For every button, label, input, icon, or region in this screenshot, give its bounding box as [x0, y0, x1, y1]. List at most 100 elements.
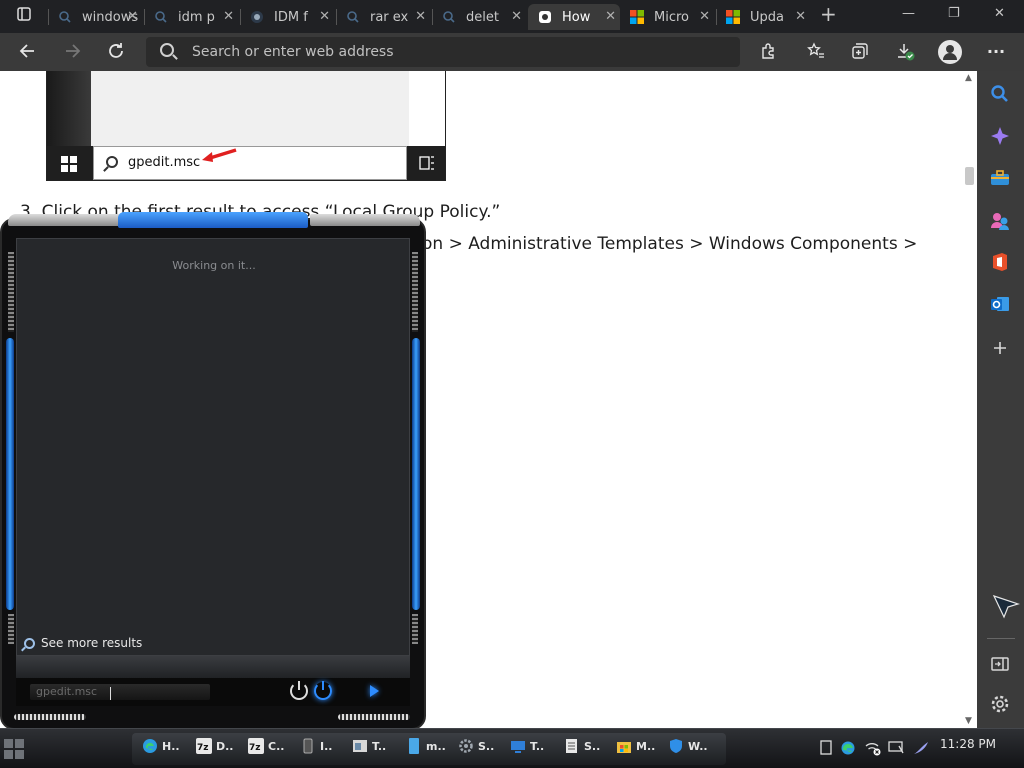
display-tray-icon[interactable] — [888, 740, 904, 756]
taskbar-item-m[interactable]: m.. — [406, 737, 446, 755]
settings-icon[interactable] — [989, 693, 1011, 715]
close-icon[interactable]: ✕ — [795, 9, 806, 24]
new-tab-button[interactable]: + — [820, 2, 837, 26]
close-window-button[interactable]: ✕ — [994, 6, 1005, 21]
svg-text:7z: 7z — [197, 743, 209, 753]
search-icon — [154, 10, 168, 24]
forward-button[interactable] — [62, 41, 82, 66]
tools-icon[interactable] — [989, 167, 1011, 189]
tab-label: Micro — [654, 9, 689, 25]
add-icon[interactable] — [989, 337, 1011, 359]
office-icon[interactable] — [989, 251, 1011, 273]
tab-actions-icon[interactable] — [14, 6, 34, 26]
page-scrollbar[interactable]: ▲ ▼ — [962, 71, 977, 728]
people-icon[interactable] — [989, 209, 1011, 231]
top-glow-bar — [118, 212, 308, 228]
taskbar-item-7zip-c[interactable]: 7z C.. — [248, 737, 284, 755]
back-arrow-icon — [19, 44, 34, 58]
status-text: Working on it... — [172, 259, 256, 272]
tab-windows[interactable]: windows ✕ — [58, 4, 142, 30]
left-glow-bar — [6, 338, 14, 610]
start-search-input[interactable] — [30, 684, 210, 700]
microsoft-icon — [630, 10, 644, 24]
discover-icon[interactable] — [989, 125, 1011, 147]
close-icon[interactable]: ✕ — [223, 9, 234, 24]
taskbar-item-store[interactable]: M.. — [616, 737, 655, 755]
close-icon[interactable]: ✕ — [415, 9, 426, 24]
tab-rar-ex[interactable]: rar ex ✕ — [346, 4, 430, 30]
close-icon[interactable]: ✕ — [699, 9, 710, 24]
notes-tray-icon[interactable] — [818, 740, 834, 756]
favorites-icon[interactable] — [806, 42, 826, 62]
tab-idm-p[interactable]: idm p ✕ — [154, 4, 238, 30]
collections-icon[interactable] — [850, 42, 870, 62]
search-icon — [442, 10, 456, 24]
taskbar-item-label: S.. — [478, 739, 495, 753]
taskbar-item-label: M.. — [636, 739, 656, 753]
taskbar-item-label: W.. — [688, 739, 708, 753]
screen-icon — [510, 738, 526, 754]
pen-tray-icon[interactable] — [912, 740, 928, 756]
address-placeholder: Search or enter web address — [192, 44, 394, 60]
tab-micro[interactable]: Micro ✕ — [630, 4, 714, 30]
cursor-icon — [991, 591, 1021, 621]
step-4-text: on > Administrative Templates > Windows … — [422, 234, 918, 254]
scrollbar-thumb[interactable] — [965, 167, 974, 185]
close-icon[interactable]: ✕ — [319, 9, 330, 24]
search-results-panel: Working on it... — [16, 238, 410, 656]
search-icon[interactable] — [989, 83, 1011, 105]
taskbar-item-label: I.. — [320, 739, 333, 753]
edge-tray-icon[interactable] — [840, 740, 856, 756]
taskbar-item-label: T.. — [530, 739, 545, 753]
power-options-arrow-icon[interactable] — [370, 685, 379, 697]
outlook-icon[interactable] — [989, 293, 1011, 315]
restore-button[interactable]: ❐ — [948, 6, 960, 21]
start-button[interactable] — [4, 739, 24, 759]
close-icon[interactable]: ✕ — [127, 9, 138, 24]
taskbar-item-7zip-d[interactable]: 7z D.. — [196, 737, 234, 755]
taskbar-item-phone[interactable]: I.. — [300, 737, 332, 755]
scroll-up-icon[interactable]: ▲ — [965, 73, 972, 83]
taskbar-item-settings[interactable]: S.. — [458, 737, 494, 755]
refresh-button[interactable] — [106, 41, 126, 66]
taskbar-item-notepad-s[interactable]: S.. — [564, 737, 600, 755]
search-icon — [346, 10, 360, 24]
embedded-screenshot: gpedit.msc — [46, 71, 446, 181]
taskbar-item-screen-t[interactable]: T.. — [510, 737, 544, 755]
split-screen-icon[interactable] — [989, 653, 1011, 675]
start-menu: Working on it... See more results — [0, 212, 426, 730]
back-button[interactable] — [18, 41, 38, 66]
network-disconnected-icon[interactable] — [864, 740, 881, 756]
shield-icon — [668, 738, 684, 754]
window-icon — [352, 738, 368, 754]
more-options-button[interactable]: ··· — [986, 42, 1006, 62]
taskbar-clock[interactable]: 11:28 PM — [940, 737, 996, 751]
scroll-down-icon[interactable]: ▼ — [965, 716, 972, 726]
close-icon[interactable]: ✕ — [605, 9, 616, 24]
minimize-button[interactable]: — — [902, 6, 915, 21]
taskbar-item-window-t[interactable]: T.. — [352, 737, 386, 755]
see-more-results-link[interactable]: See more results — [24, 636, 142, 650]
taskbar-item-security[interactable]: W.. — [668, 737, 708, 755]
refresh-icon — [109, 43, 123, 58]
tab-delet[interactable]: delet ✕ — [442, 4, 526, 30]
address-bar[interactable]: Search or enter web address — [146, 37, 740, 67]
windows-logo-icon — [61, 156, 77, 172]
taskbar-item-edge[interactable]: H.. — [142, 737, 180, 755]
document-icon — [406, 738, 422, 754]
extensions-icon[interactable] — [758, 42, 778, 62]
close-icon[interactable]: ✕ — [511, 9, 522, 24]
profile-avatar[interactable] — [938, 40, 962, 64]
right-glow-bar — [412, 338, 420, 610]
power-icon[interactable] — [290, 681, 308, 700]
shutdown-button[interactable] — [314, 681, 332, 700]
task-view-icon — [419, 155, 435, 175]
downloads-icon[interactable] — [896, 42, 916, 62]
tab-idm-f[interactable]: IDM f ✕ — [250, 4, 334, 30]
taskbar-item-label: T.. — [372, 739, 387, 753]
red-arrow-icon — [202, 148, 237, 162]
tab-how[interactable]: How ✕ — [528, 4, 620, 30]
edge-sidebar — [977, 71, 1024, 728]
tab-label: IDM f — [274, 9, 308, 25]
tab-upda[interactable]: Upda ✕ — [726, 4, 810, 30]
